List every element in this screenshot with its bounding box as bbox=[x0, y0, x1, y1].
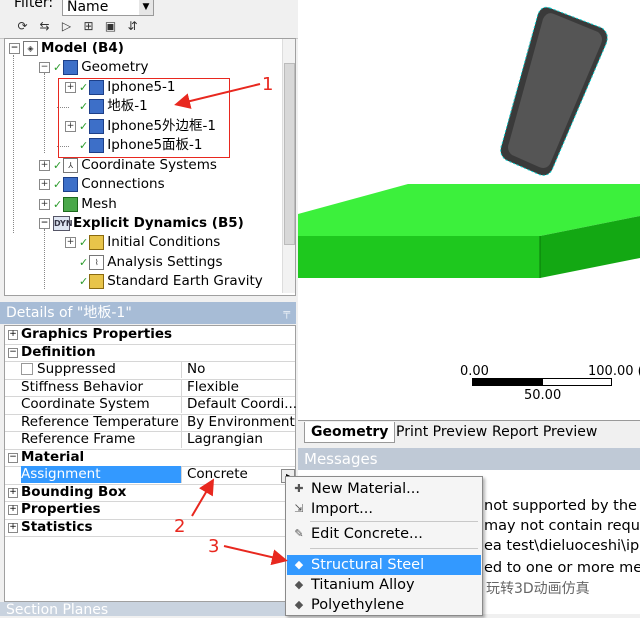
annotation-number-2: 2 bbox=[174, 516, 186, 537]
arrow-3 bbox=[223, 545, 288, 566]
watermark-text: 玩转3D动画仿真 bbox=[486, 581, 590, 597]
arrow-1 bbox=[174, 83, 261, 109]
arrow-2 bbox=[191, 478, 215, 517]
annotation-number-1: 1 bbox=[262, 74, 274, 95]
annotation-number-3: 3 bbox=[208, 536, 220, 557]
annotation-overlay bbox=[174, 83, 288, 566]
